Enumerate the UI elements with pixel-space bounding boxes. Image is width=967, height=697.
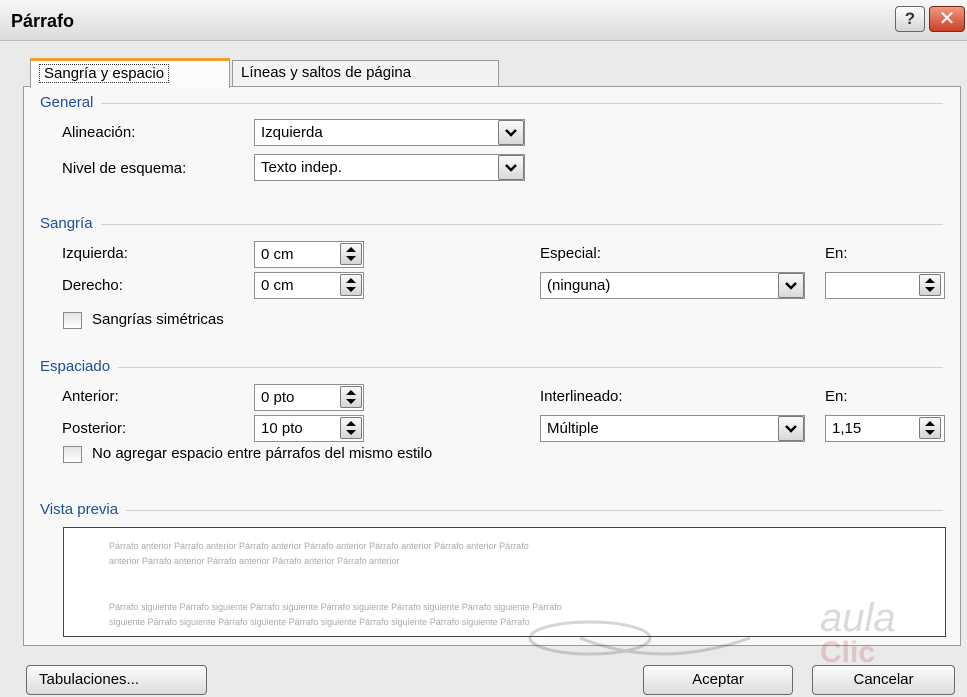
divider bbox=[40, 367, 943, 368]
indent-left-spinner[interactable] bbox=[340, 243, 362, 265]
indent-right-label: Derecho: bbox=[62, 277, 123, 294]
chevron-down-icon bbox=[505, 129, 517, 137]
watermark-logo: aula Clic bbox=[520, 596, 940, 670]
line-spacing-at-label: En: bbox=[825, 388, 848, 405]
mirror-indents-label[interactable]: Sangrías simétricas bbox=[92, 311, 224, 328]
preview-prev-line: anterior Párrafo anterior Párrafo anteri… bbox=[109, 556, 400, 566]
line-spacing-select[interactable]: Múltiple bbox=[540, 415, 805, 442]
section-heading-general: General bbox=[40, 94, 102, 111]
line-spacing-label: Interlineado: bbox=[540, 388, 623, 405]
spacing-after-label: Posterior: bbox=[62, 420, 127, 437]
special-select[interactable]: (ninguna) bbox=[540, 272, 805, 299]
close-button[interactable]: ✕ bbox=[929, 6, 965, 32]
indent-right-value: 0 cm bbox=[261, 277, 294, 294]
watermark-text: aula bbox=[820, 596, 896, 640]
divider bbox=[40, 510, 943, 511]
mirror-indents-checkbox[interactable] bbox=[63, 312, 82, 329]
alignment-dropdown-button[interactable] bbox=[498, 120, 524, 145]
chevron-down-icon bbox=[785, 282, 797, 290]
chevron-down-icon bbox=[505, 164, 517, 172]
dont-add-space-checkbox[interactable] bbox=[63, 446, 82, 463]
divider bbox=[40, 103, 943, 104]
title-bar[interactable]: Párrafo ? ✕ bbox=[0, 0, 967, 41]
tab-label: Sangría y espacio bbox=[39, 64, 170, 83]
tab-label: Líneas y saltos de página bbox=[241, 64, 412, 81]
line-spacing-dropdown-button[interactable] bbox=[778, 416, 804, 441]
outline-level-select[interactable]: Texto indep. bbox=[254, 154, 525, 181]
alignment-select[interactable]: Izquierda bbox=[254, 119, 525, 146]
dialog-title: Párrafo bbox=[11, 11, 75, 31]
special-label: Especial: bbox=[540, 245, 601, 262]
spacing-before-value: 0 pto bbox=[261, 389, 295, 406]
ok-button[interactable]: Aceptar bbox=[643, 665, 793, 695]
indent-by-label: En: bbox=[825, 245, 848, 262]
preview-prev-line: Párrafo anterior Párrafo anterior Párraf… bbox=[109, 541, 529, 551]
spin-arrows-icon bbox=[346, 278, 356, 292]
spacing-after-spinner[interactable] bbox=[340, 417, 362, 439]
dont-add-space-label[interactable]: No agregar espacio entre párrafos del mi… bbox=[92, 445, 432, 462]
cancel-button[interactable]: Cancelar bbox=[812, 665, 955, 695]
line-spacing-at-spinner[interactable] bbox=[919, 417, 941, 439]
section-heading-preview: Vista previa bbox=[40, 501, 127, 518]
spin-arrows-icon bbox=[925, 421, 935, 435]
chevron-down-icon bbox=[785, 425, 797, 433]
outline-level-label: Nivel de esquema: bbox=[62, 160, 187, 177]
tabulations-button[interactable]: Tabulaciones... bbox=[26, 665, 207, 695]
preview-next-line: siguiente Párrafo siguiente Párrafo sigu… bbox=[109, 617, 530, 627]
section-heading-indent: Sangría bbox=[40, 215, 101, 232]
divider bbox=[40, 224, 943, 225]
spin-arrows-icon bbox=[925, 278, 935, 292]
outline-level-dropdown-button[interactable] bbox=[498, 155, 524, 180]
indent-left-value: 0 cm bbox=[261, 246, 294, 263]
alignment-value: Izquierda bbox=[261, 124, 323, 141]
indent-left-label: Izquierda: bbox=[62, 245, 128, 262]
special-value: (ninguna) bbox=[547, 277, 611, 294]
section-heading-spacing: Espaciado bbox=[40, 358, 119, 375]
spacing-after-value: 10 pto bbox=[261, 420, 303, 437]
tab-sangria-espacio[interactable]: Sangría y espacio bbox=[30, 58, 230, 88]
spacing-before-spinner[interactable] bbox=[340, 386, 362, 408]
spacing-before-label: Anterior: bbox=[62, 388, 119, 405]
tab-lineas-saltos[interactable]: Líneas y saltos de página bbox=[232, 60, 499, 86]
special-dropdown-button[interactable] bbox=[778, 273, 804, 298]
spin-arrows-icon bbox=[346, 421, 356, 435]
indent-by-spinner[interactable] bbox=[919, 274, 941, 296]
line-spacing-value: Múltiple bbox=[547, 420, 599, 437]
alignment-label: Alineación: bbox=[62, 124, 136, 141]
paragraph-dialog: Párrafo ? ✕ Líneas y saltos de página Sa… bbox=[0, 0, 967, 697]
spin-arrows-icon bbox=[346, 247, 356, 261]
spin-arrows-icon bbox=[346, 390, 356, 404]
preview-next-line: Párrafo siguiente Párrafo siguiente Párr… bbox=[109, 602, 562, 612]
line-spacing-at-value: 1,15 bbox=[832, 420, 862, 437]
outline-level-value: Texto indep. bbox=[261, 159, 342, 176]
indent-right-spinner[interactable] bbox=[340, 274, 362, 296]
help-button[interactable]: ? bbox=[895, 6, 925, 32]
